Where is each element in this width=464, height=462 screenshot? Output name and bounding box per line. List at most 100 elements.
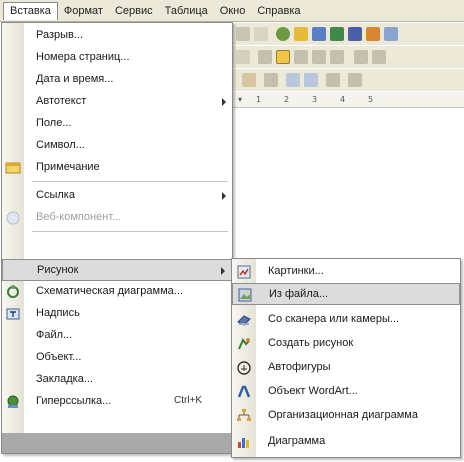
org-chart-icon: [236, 408, 252, 424]
ruler-tick: 2: [284, 95, 290, 104]
menu-item-symbol[interactable]: Символ...: [2, 135, 232, 157]
ruler-tick: 4: [340, 95, 346, 104]
text-box-icon: [5, 306, 21, 322]
merge-cells-icon[interactable]: [304, 73, 318, 87]
tables-borders-icon[interactable]: [294, 27, 308, 41]
autofit-icon[interactable]: [348, 73, 362, 87]
clip-art-icon: [236, 264, 252, 280]
align-center-icon[interactable]: [276, 50, 290, 64]
menu-item-label: Веб-компонент...: [36, 211, 122, 223]
menu-item-label: Закладка...: [36, 373, 93, 385]
menu-item-break[interactable]: Разрыв...: [2, 25, 232, 47]
underline-icon[interactable]: [236, 50, 250, 64]
menu-window[interactable]: Окно: [214, 2, 252, 20]
menu-item-field[interactable]: Поле...: [2, 113, 232, 135]
menu-expand-bar[interactable]: [2, 433, 232, 453]
menu-item-label: Из файла...: [269, 288, 329, 300]
columns-icon[interactable]: [348, 27, 362, 41]
menu-insert[interactable]: Вставка: [3, 1, 58, 20]
menu-item-label: Со сканера или камеры...: [268, 313, 400, 325]
drawing-icon[interactable]: [366, 27, 380, 41]
menu-item-object[interactable]: Объект...: [2, 347, 232, 369]
menu-table[interactable]: Таблица: [159, 2, 214, 20]
comment-note-icon: [5, 160, 21, 176]
menu-item-picture[interactable]: Рисунок: [2, 259, 232, 281]
menu-item-label: Объект WordArt...: [268, 385, 358, 397]
menu-item-label: Дата и время...: [36, 73, 114, 85]
submenu-item-chart[interactable]: Диаграмма: [232, 431, 460, 453]
submenu-item-org-chart[interactable]: Организационная диаграмма: [232, 405, 460, 427]
menu-item-label: Автофигуры: [268, 361, 331, 373]
submenu-arrow-icon: [221, 267, 225, 275]
submenu-item-new-drawing[interactable]: Создать рисунок: [232, 333, 460, 355]
fill-color-icon[interactable]: [242, 73, 256, 87]
menu-item-date-time[interactable]: Дата и время...: [2, 69, 232, 91]
menu-item-label: Рисунок: [37, 264, 79, 276]
menu-item-label: Поле...: [36, 117, 72, 129]
menu-item-web-component: Веб-компонент...: [2, 207, 232, 229]
ruler-tick: 5: [368, 95, 374, 104]
menu-item-label: Схематическая диаграмма...: [36, 285, 183, 297]
menu-item-label: Картинки...: [268, 265, 324, 277]
submenu-item-clip-art[interactable]: Картинки...: [232, 261, 460, 283]
menu-item-schematic-diagram[interactable]: Схематическая диаграмма...: [2, 281, 232, 303]
menu-item-hyperlink[interactable]: Гиперссылка... Ctrl+K: [2, 391, 232, 413]
chart-icon: [236, 434, 252, 450]
ruler-tick: 3: [312, 95, 318, 104]
picture-submenu: Картинки... Из файла... Со сканера или к…: [231, 258, 461, 458]
document-map-icon[interactable]: [384, 27, 398, 41]
submenu-item-from-scanner[interactable]: Со сканера или камеры...: [232, 309, 460, 331]
menu-item-file[interactable]: Файл...: [2, 325, 232, 347]
split-cells-icon[interactable]: [326, 73, 340, 87]
insert-table-icon[interactable]: [312, 27, 326, 41]
menu-separator: [32, 181, 228, 182]
menu-format[interactable]: Формат: [58, 2, 109, 20]
drawing-toolbar: [232, 69, 464, 91]
hyperlink-toolbar-icon[interactable]: [276, 27, 290, 41]
menu-item-comment[interactable]: Примечание: [2, 157, 232, 179]
ruler-tick: 1: [256, 95, 262, 104]
menu-tools[interactable]: Сервис: [109, 2, 159, 20]
numbering-icon[interactable]: [354, 50, 368, 64]
submenu-item-from-file[interactable]: Из файла...: [232, 283, 460, 305]
table-grid-icon[interactable]: [286, 73, 300, 87]
menu-item-bookmark[interactable]: Закладка...: [2, 369, 232, 391]
menu-item-label: Организационная диаграмма: [268, 409, 418, 421]
submenu-item-autoshapes[interactable]: Автофигуры: [232, 357, 460, 379]
menu-item-page-numbers[interactable]: Номера страниц...: [2, 47, 232, 69]
autoshapes-icon: [236, 360, 252, 376]
menu-separator: [32, 231, 228, 232]
menu-item-label: Номера страниц...: [36, 51, 130, 63]
menu-help[interactable]: Справка: [251, 2, 306, 20]
submenu-item-wordart[interactable]: Объект WordArt...: [232, 381, 460, 403]
menu-item-label: Автотекст: [36, 95, 87, 107]
wordart-icon: [236, 384, 252, 400]
submenu-arrow-icon: [222, 192, 226, 200]
scanner-icon: [236, 312, 252, 328]
menu-item-label: Объект...: [36, 351, 82, 363]
menu-item-label: Файл...: [36, 329, 73, 341]
align-right-icon[interactable]: [294, 50, 308, 64]
justify-icon[interactable]: [312, 50, 326, 64]
hyperlink-icon: [5, 394, 21, 410]
line-spacing-icon[interactable]: [330, 50, 344, 64]
insert-menu: Разрыв... Номера страниц... Дата и время…: [1, 22, 233, 454]
submenu-arrow-icon: [222, 98, 226, 106]
menu-item-label: Надпись: [36, 307, 80, 319]
menu-item-autotext[interactable]: Автотекст: [2, 91, 232, 113]
menu-item-label: Ссылка: [36, 189, 75, 201]
menu-item-reference[interactable]: Ссылка: [2, 185, 232, 207]
insert-excel-icon[interactable]: [330, 27, 344, 41]
redo-icon[interactable]: [254, 27, 268, 41]
bullets-icon[interactable]: [372, 50, 386, 64]
new-drawing-icon: [236, 336, 252, 352]
menu-item-label: Символ...: [36, 139, 85, 151]
undo-icon[interactable]: [236, 27, 250, 41]
border-icon[interactable]: [264, 73, 278, 87]
align-left-icon[interactable]: [258, 50, 272, 64]
menu-item-label: Гиперссылка...: [36, 395, 112, 407]
menu-item-text-box[interactable]: Надпись: [2, 303, 232, 325]
diagram-icon: [5, 284, 21, 300]
web-component-icon: [5, 210, 21, 226]
horizontal-ruler: ▾ 1 2 3 4 5: [232, 92, 464, 108]
